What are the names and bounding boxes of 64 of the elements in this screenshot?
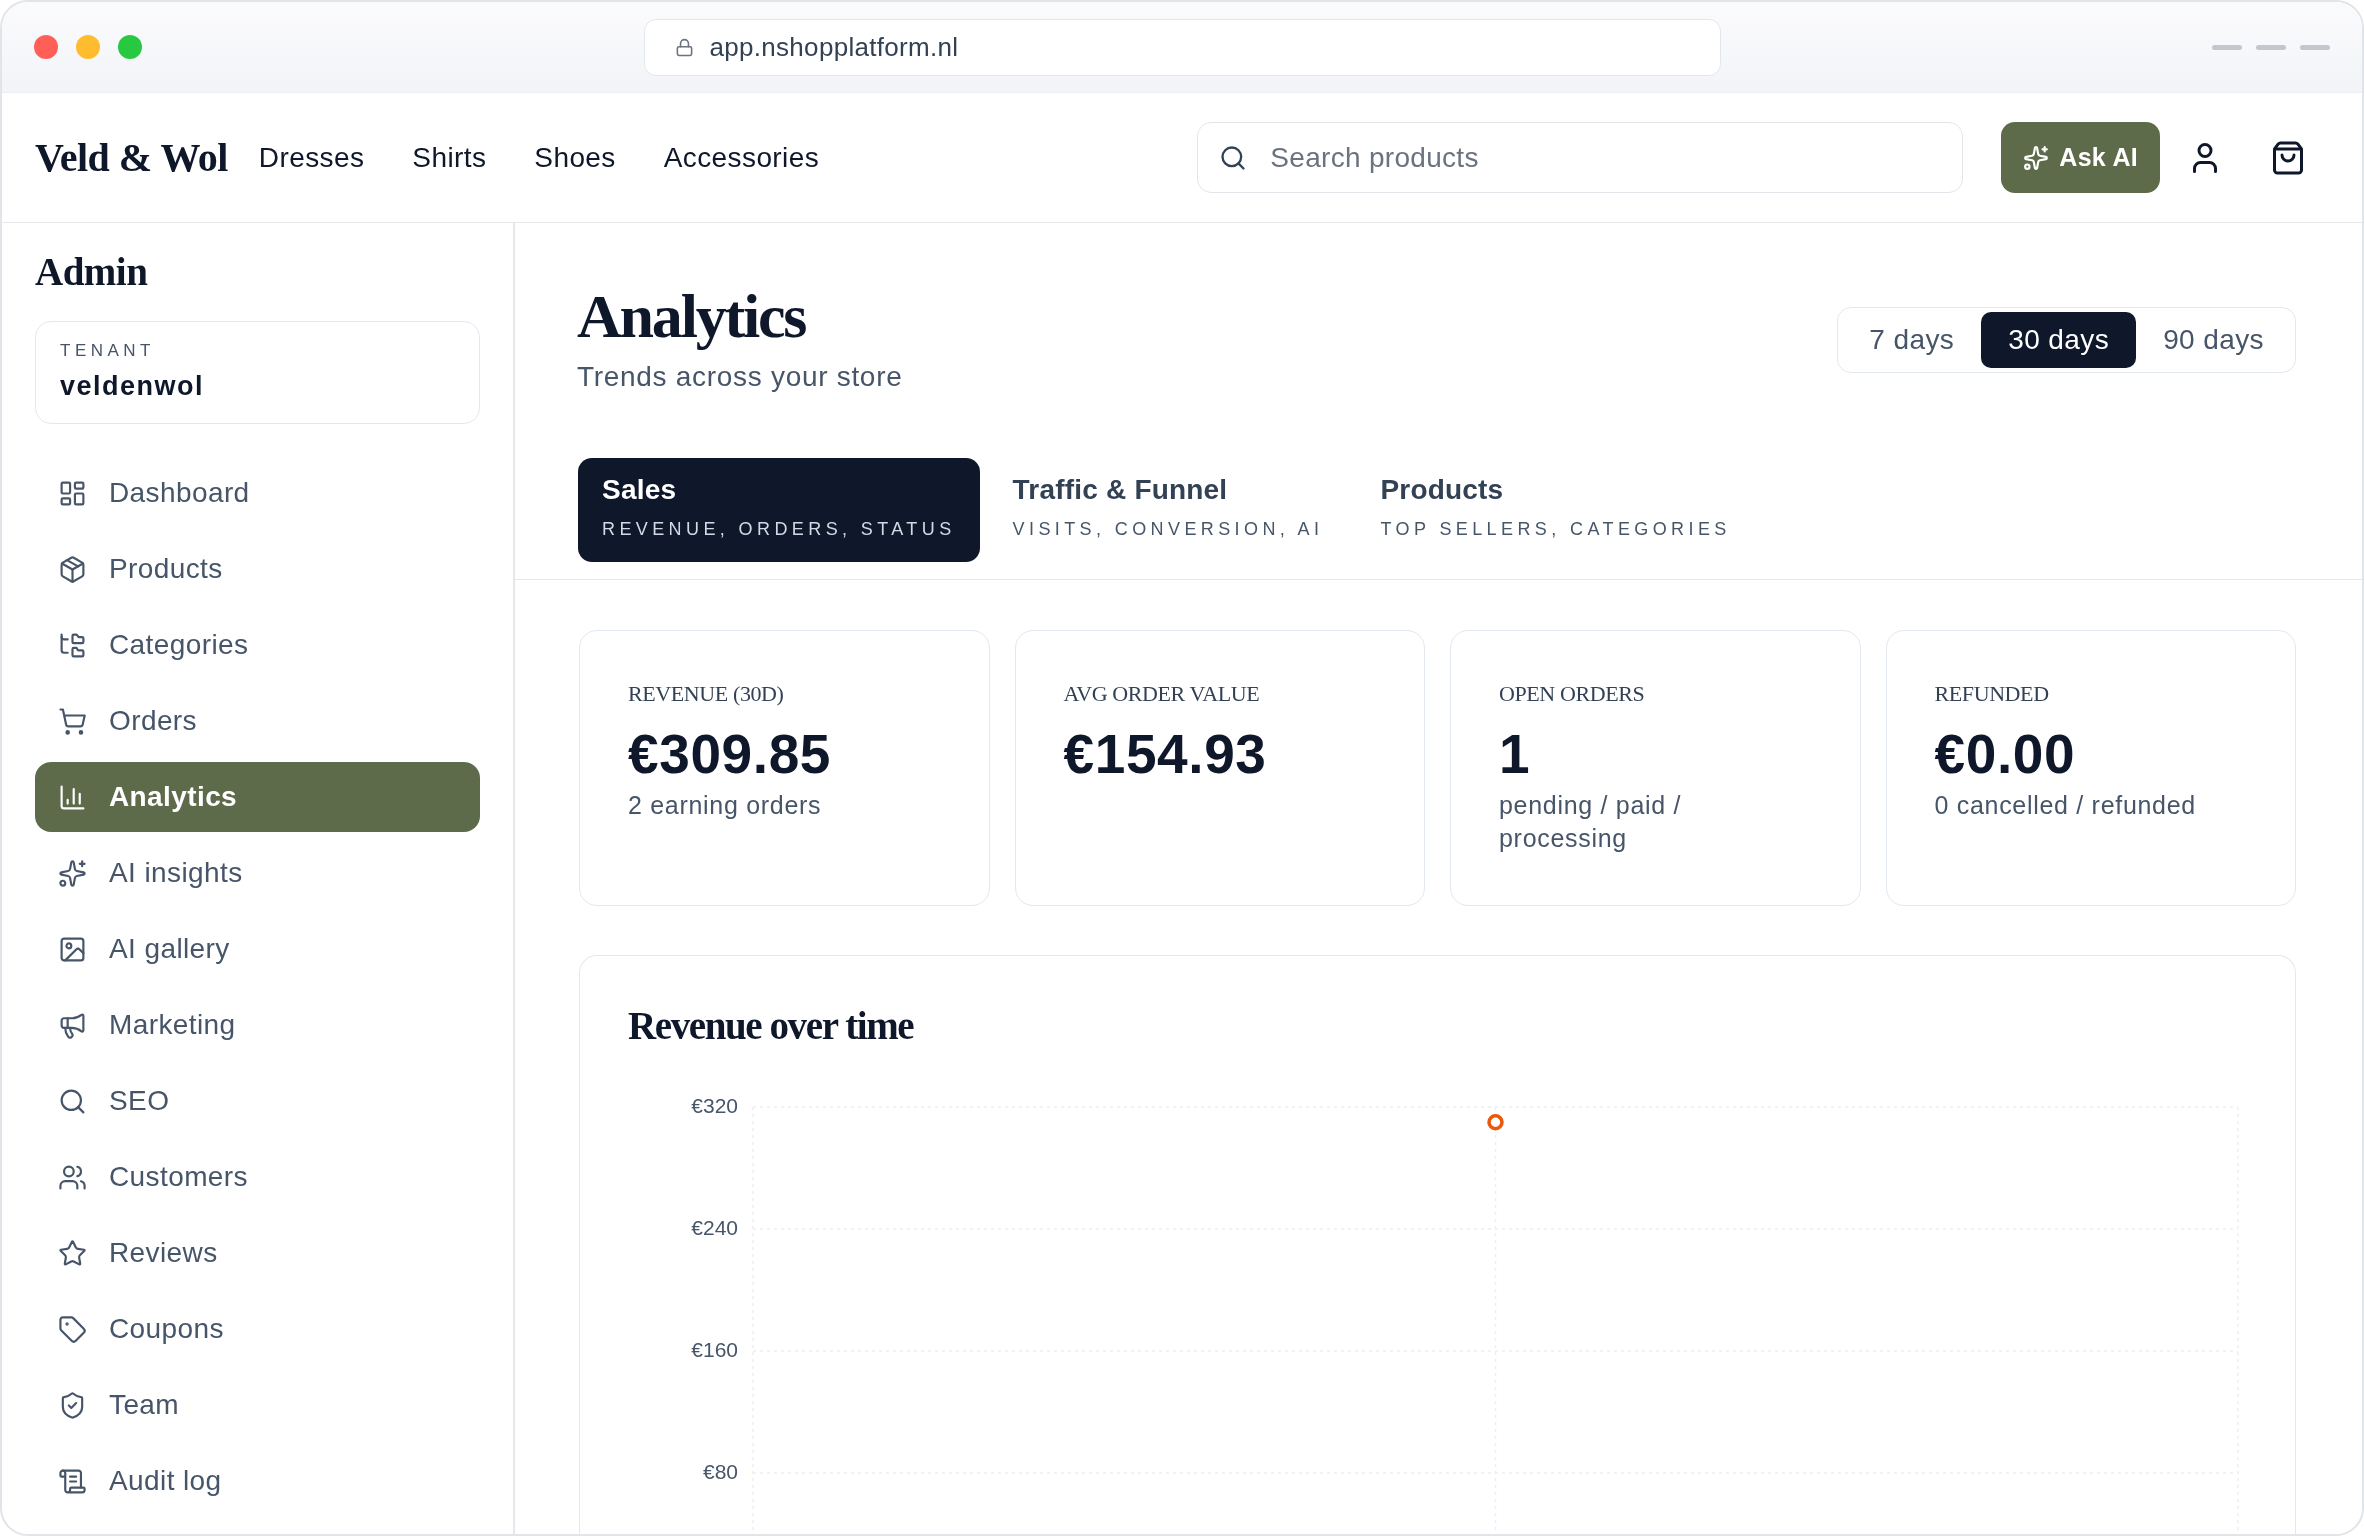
chart-title: Revenue over time (628, 1004, 914, 1048)
cart-icon (58, 706, 87, 736)
stat-label: OPEN ORDERS (1499, 681, 1645, 707)
sidebar-item[interactable]: SEO (35, 1066, 480, 1136)
stat-value: 1 (1499, 723, 1531, 785)
window-minimize-button[interactable] (76, 35, 100, 59)
search-field[interactable]: Search products (1197, 122, 1964, 193)
sidebar-item[interactable]: Marketing (35, 990, 480, 1060)
stat-note: pending / paid / processing (1499, 790, 1683, 854)
stat-value: €309.85 (628, 723, 831, 785)
window-zoom-button[interactable] (118, 35, 142, 59)
stat-value: €154.93 (1063, 723, 1267, 785)
tag-icon (58, 1314, 87, 1344)
stat-label: AVG ORDER VALUE (1063, 681, 1260, 707)
stat-note: 2 earning orders (628, 790, 822, 821)
store-logo[interactable]: Veld & Wol (35, 134, 228, 181)
lock-icon (674, 37, 694, 57)
box-icon (58, 554, 87, 584)
address-bar[interactable]: app.nshopplatform.nl (643, 18, 1721, 76)
search-icon (1219, 143, 1248, 172)
ask-ai-button[interactable]: Ask AI (2001, 122, 2160, 193)
range-option[interactable]: 90 days (2136, 312, 2291, 368)
window-close-button[interactable] (34, 35, 58, 59)
nav-link[interactable]: Accessories (663, 141, 820, 174)
sidebar-item[interactable]: Customers (35, 1142, 480, 1212)
stat-label: REVENUE (30D) (628, 681, 784, 707)
sidebar-item[interactable]: Products (35, 534, 480, 604)
y-axis-label: €160 (691, 1337, 738, 1361)
window-control-icon (2300, 44, 2330, 50)
stat-label: REFUNDED (1934, 681, 2049, 707)
page-title: Analytics (577, 283, 806, 349)
page-subtitle: Trends across your store (577, 360, 903, 394)
y-axis-label: €80 (702, 1459, 738, 1483)
sidebar-item[interactable]: Dashboard (35, 458, 480, 528)
range-option[interactable]: 30 days (1981, 312, 2137, 368)
sidebar-item[interactable]: Categories (35, 610, 480, 680)
stat-note: 0 cancelled / refunded (1934, 790, 2196, 821)
tab[interactable]: Products TOP SELLERS, CATEGORIES (1356, 458, 1755, 562)
sidebar-item[interactable]: Coupons (35, 1294, 480, 1364)
sidebar-item[interactable]: Team (35, 1370, 480, 1440)
sparkles-icon (2023, 144, 2050, 171)
tenant-name: veldenwol (60, 370, 205, 402)
nav-link[interactable]: Shoes (534, 141, 616, 174)
sidebar-item[interactable]: Analytics (35, 762, 480, 832)
nav-link[interactable]: Shirts (412, 141, 487, 174)
stat-value: €0.00 (1934, 723, 2076, 785)
window-control-icon (2212, 44, 2242, 50)
tenant-label: TENANT (60, 341, 155, 361)
y-axis-label: €240 (691, 1215, 738, 1239)
star-icon (58, 1238, 87, 1268)
sidebar-item[interactable]: AI insights (35, 838, 480, 908)
sidebar-item[interactable]: Audit log (35, 1446, 480, 1516)
sidebar-item[interactable]: Reviews (35, 1218, 480, 1288)
range-option[interactable]: 7 days (1842, 312, 1982, 368)
shopping-bag-icon[interactable] (2270, 139, 2306, 176)
sidebar-title: Admin (35, 249, 148, 295)
sidebar-item[interactable]: AI gallery (35, 914, 480, 984)
sidebar-item[interactable]: Orders (35, 686, 480, 756)
window-control-icon (2256, 44, 2286, 50)
sparkles-icon (58, 858, 87, 888)
y-axis-label: €320 (691, 1093, 738, 1117)
nav-link[interactable]: Dresses (258, 141, 365, 174)
tab[interactable]: Traffic & Funnel VISITS, CONVERSION, AI (988, 458, 1348, 562)
tab[interactable]: Sales REVENUE, ORDERS, STATUS (578, 458, 980, 562)
